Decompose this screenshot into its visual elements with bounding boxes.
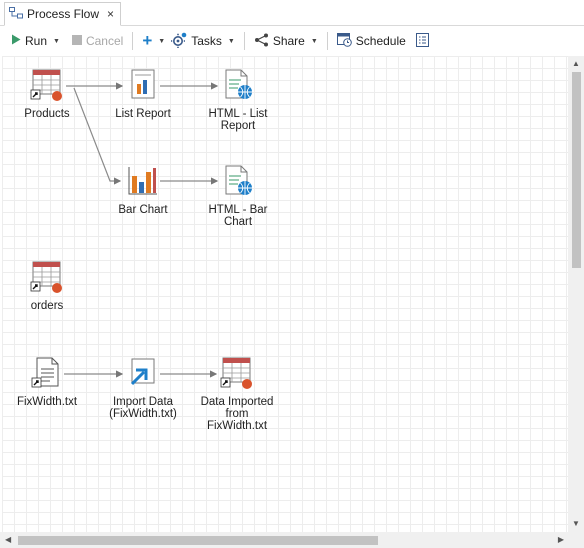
run-button[interactable]: Run ▼ (8, 30, 63, 52)
tab-title: Process Flow (27, 7, 100, 21)
process-flow-canvas[interactable]: Products List Report HTML - List Report … (2, 56, 568, 532)
tab-strip: Process Flow × (0, 0, 584, 26)
bar-chart-icon (126, 164, 160, 198)
vertical-scrollbar[interactable]: ▲ ▼ (568, 56, 584, 532)
close-icon[interactable]: × (107, 7, 114, 21)
node-fixwidth-txt[interactable]: FixWidth.txt (2, 356, 92, 408)
data-table-icon (30, 68, 64, 102)
scroll-right-icon[interactable]: ▶ (558, 536, 564, 544)
tasks-button[interactable]: Tasks ▼ (168, 30, 238, 52)
process-flow-icon (9, 6, 23, 22)
share-icon (254, 33, 269, 50)
chevron-down-icon: ▼ (158, 37, 166, 45)
node-bar-chart[interactable]: Bar Chart (98, 164, 188, 216)
chevron-down-icon: ▼ (53, 37, 60, 45)
chevron-down-icon: ▼ (310, 37, 318, 45)
label-line: FixWidth.txt (206, 420, 268, 432)
chevron-down-icon: ▼ (227, 37, 235, 45)
node-label: Products (24, 108, 70, 120)
scroll-left-icon[interactable]: ◀ (5, 536, 11, 544)
label-line: Data Imported (200, 396, 274, 408)
html-document-icon (221, 164, 255, 198)
node-label: FixWidth.txt (16, 396, 78, 408)
tasks-label: Tasks (191, 34, 222, 48)
node-label: HTML - List Report (209, 108, 268, 132)
vertical-scroll-thumb[interactable] (572, 72, 581, 268)
cancel-label: Cancel (85, 34, 124, 48)
play-icon (11, 34, 21, 48)
share-button[interactable]: Share ▼ (251, 30, 321, 52)
node-orders[interactable]: orders (2, 260, 92, 312)
toolbar: Run ▼ Cancel + ▼ Tasks ▼ Share ▼ Schedul… (0, 27, 584, 55)
tasks-icon (171, 32, 187, 51)
plus-icon: + (142, 31, 153, 50)
node-label: Import Data (FixWidth.txt) (109, 396, 177, 420)
list-report-icon (126, 68, 160, 102)
schedule-icon (336, 32, 352, 50)
import-data-icon (126, 356, 160, 390)
scroll-down-icon[interactable]: ▼ (572, 520, 580, 528)
label-line: HTML - Bar (208, 204, 268, 216)
label-line: Report (220, 120, 256, 132)
text-file-icon (30, 356, 64, 390)
node-label: Data Imported from FixWidth.txt (201, 396, 274, 432)
label-line: Chart (223, 216, 253, 228)
toolbar-separator (132, 32, 134, 50)
tab-process-flow[interactable]: Process Flow × (4, 2, 122, 26)
node-products[interactable]: Products (2, 68, 92, 120)
label-line: Import Data (112, 396, 174, 408)
node-label: Bar Chart (118, 204, 168, 216)
run-label: Run (25, 34, 48, 48)
node-import-data[interactable]: Import Data (FixWidth.txt) (98, 356, 188, 420)
node-html-bar-chart[interactable]: HTML - Bar Chart (193, 164, 283, 228)
horizontal-scroll-thumb[interactable] (18, 536, 378, 545)
stop-icon (71, 34, 82, 48)
share-label: Share (272, 34, 305, 48)
label-line: HTML - List (208, 108, 268, 120)
data-table-icon (220, 356, 254, 390)
html-document-icon (221, 68, 255, 102)
schedule-button[interactable]: Schedule (334, 30, 409, 52)
data-table-icon (30, 260, 64, 294)
scroll-up-icon[interactable]: ▲ (572, 60, 580, 68)
label-line: (FixWidth.txt) (109, 408, 177, 420)
properties-icon (415, 32, 429, 50)
label-line: from (225, 408, 249, 420)
add-button[interactable]: + ▼ (139, 30, 168, 52)
node-label: HTML - Bar Chart (209, 204, 268, 228)
properties-button[interactable] (413, 30, 432, 52)
node-data-imported[interactable]: Data Imported from FixWidth.txt (192, 356, 282, 432)
horizontal-scrollbar[interactable]: ◀ ▶ (0, 532, 568, 548)
cancel-button[interactable]: Cancel (69, 30, 126, 52)
scrollbar-corner (568, 532, 584, 548)
node-html-list-report[interactable]: HTML - List Report (193, 68, 283, 132)
node-list-report[interactable]: List Report (98, 68, 188, 120)
node-label: List Report (115, 108, 171, 120)
toolbar-separator (326, 32, 328, 50)
node-label: orders (30, 300, 64, 312)
schedule-label: Schedule (355, 34, 406, 48)
toolbar-separator (243, 32, 245, 50)
